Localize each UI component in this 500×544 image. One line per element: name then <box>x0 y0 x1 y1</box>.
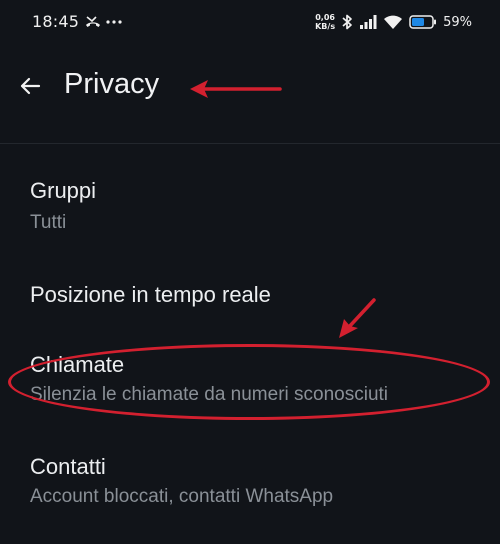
arrow-left-icon[interactable] <box>18 74 42 98</box>
page-title: Privacy <box>64 68 160 100</box>
setting-item-contatti[interactable]: Contatti Account bloccati, contatti What… <box>0 436 500 528</box>
more-dots-icon <box>106 20 122 24</box>
battery-percent: 59% <box>443 14 472 30</box>
setting-subtitle: Account bloccati, contatti WhatsApp <box>30 486 334 507</box>
setting-title: Posizione in tempo reale <box>30 282 271 307</box>
battery-icon <box>409 15 437 29</box>
setting-item-chiamate[interactable]: Chiamate Silenzia le chiamate da numeri … <box>0 334 500 424</box>
status-time: 18:45 <box>32 12 80 31</box>
status-icons: 0,06 KB/s 59% <box>315 10 472 34</box>
setting-title: Chiamate <box>30 352 125 377</box>
divider <box>0 143 500 144</box>
setting-item-gruppi[interactable]: Gruppi Tutti <box>0 160 500 250</box>
network-speed-value: 0,06 <box>315 13 335 22</box>
setting-title: Gruppi <box>30 178 97 203</box>
network-speed: 0,06 KB/s <box>315 13 335 31</box>
network-speed-unit: KB/s <box>315 22 336 31</box>
wifi-icon <box>384 15 403 29</box>
signal-icon <box>360 15 377 29</box>
setting-subtitle: Tutti <box>30 212 67 233</box>
setting-subtitle: Silenzia le chiamate da numeri sconosciu… <box>30 384 389 405</box>
missed-call-icon <box>86 16 100 27</box>
bluetooth-icon <box>342 14 352 30</box>
toolbar: Privacy <box>0 58 500 116</box>
status-bar: 18:45 0,06 KB/s 59% <box>0 0 500 44</box>
setting-title: Contatti <box>30 454 106 479</box>
setting-item-posizione[interactable]: Posizione in tempo reale <box>0 262 500 324</box>
